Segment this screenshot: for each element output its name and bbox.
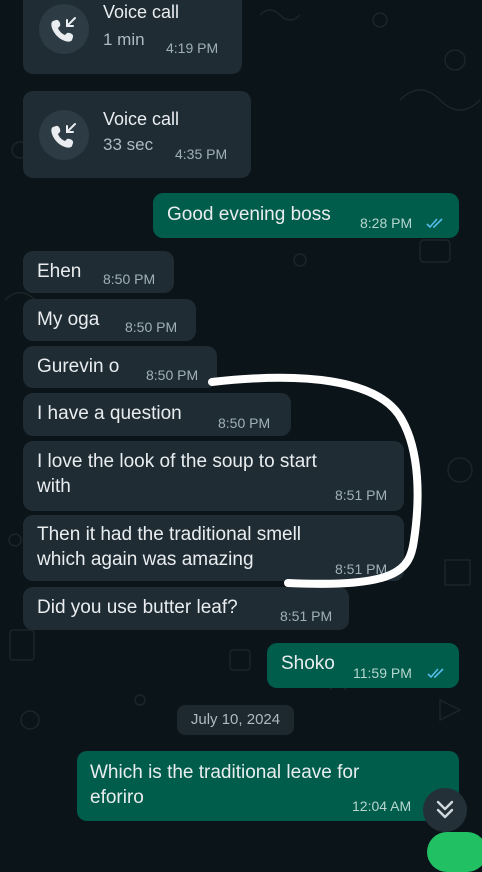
outgoing-message[interactable]: Which is the traditional leave for efori… bbox=[77, 751, 459, 821]
message-text: Did you use butter leaf? bbox=[37, 597, 238, 618]
message-text: I have a question bbox=[37, 403, 182, 424]
incoming-message[interactable]: Did you use butter leaf? 8:51 PM bbox=[23, 587, 349, 630]
scroll-to-bottom-button[interactable] bbox=[423, 788, 467, 832]
call-duration: 33 sec bbox=[103, 135, 154, 154]
message-time: 4:19 PM bbox=[166, 40, 219, 56]
message-text: Good evening boss bbox=[167, 204, 331, 225]
date-separator: July 10, 2024 bbox=[177, 705, 294, 735]
incoming-call-arrow-icon bbox=[51, 123, 76, 148]
message-time: 8:51 PM bbox=[335, 487, 388, 503]
message-time: 12:04 AM bbox=[352, 798, 412, 814]
call-log-bubble[interactable]: Voice call 1 min 4:19 PM bbox=[23, 0, 242, 74]
double-check-icon bbox=[426, 218, 443, 229]
message-time: 4:35 PM bbox=[175, 146, 228, 162]
incoming-message[interactable]: I love the look of the soup to start wit… bbox=[23, 441, 404, 511]
incoming-call-arrow-icon bbox=[51, 17, 76, 42]
message-text-line: eforiro bbox=[90, 787, 144, 808]
call-icon-circle bbox=[39, 110, 89, 160]
message-time: 8:28 PM bbox=[360, 215, 413, 231]
message-time: 11:59 PM bbox=[353, 665, 412, 681]
message-time: 8:50 PM bbox=[146, 367, 199, 383]
message-text-line: with bbox=[37, 476, 71, 497]
message-text: Gurevin o bbox=[37, 356, 120, 377]
message-text: Ehen bbox=[37, 261, 82, 282]
message-text-line: Then it had the traditional smell bbox=[37, 524, 302, 545]
message-time: 8:51 PM bbox=[280, 608, 333, 624]
call-duration: 1 min bbox=[103, 30, 145, 49]
call-title: Voice call bbox=[103, 2, 180, 22]
outgoing-message[interactable]: Shoko 11:59 PM bbox=[267, 643, 459, 688]
message-text: My oga bbox=[37, 309, 100, 330]
incoming-message[interactable]: My oga 8:50 PM bbox=[23, 299, 196, 341]
incoming-message[interactable]: Ehen 8:50 PM bbox=[23, 251, 174, 293]
double-chevron-down-icon bbox=[436, 800, 454, 819]
message-text-line: I love the look of the soup to start bbox=[37, 451, 317, 472]
message-time: 8:50 PM bbox=[125, 319, 178, 335]
call-log-bubble[interactable]: Voice call 33 sec 4:35 PM bbox=[23, 91, 251, 178]
message-text: Shoko bbox=[281, 653, 335, 674]
incoming-message[interactable]: I have a question 8:50 PM bbox=[23, 393, 291, 436]
call-icon-circle bbox=[39, 4, 89, 54]
message-text-line: which again was amazing bbox=[37, 549, 254, 570]
message-time: 8:50 PM bbox=[103, 271, 156, 287]
message-text-line: Which is the traditional leave for bbox=[90, 762, 360, 783]
floating-action-button[interactable] bbox=[427, 832, 482, 872]
outgoing-message[interactable]: Good evening boss 8:28 PM bbox=[153, 193, 459, 238]
call-title: Voice call bbox=[103, 109, 180, 129]
incoming-message[interactable]: Gurevin o 8:50 PM bbox=[23, 346, 217, 388]
message-time: 8:50 PM bbox=[218, 415, 271, 431]
message-time: 8:51 PM bbox=[335, 561, 388, 577]
incoming-message[interactable]: Then it had the traditional smell which … bbox=[23, 515, 404, 581]
double-check-icon bbox=[427, 668, 444, 679]
